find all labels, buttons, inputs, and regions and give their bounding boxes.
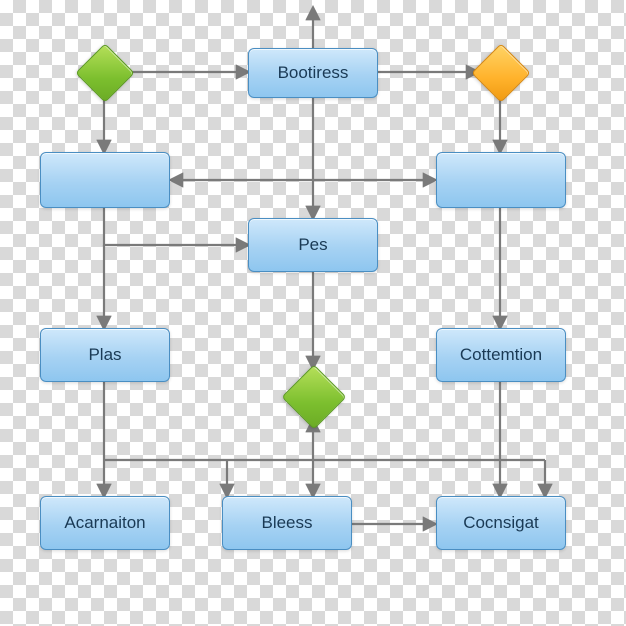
- label: Bootiress: [278, 63, 349, 83]
- label: Bleess: [261, 513, 312, 533]
- box-bleess: Bleess: [222, 496, 352, 550]
- box-plas: Plas: [40, 328, 170, 382]
- label: Pes: [298, 235, 327, 255]
- flowchart-canvas: Bootiress Pes Plas Cottemtion Acarnaiton…: [0, 0, 626, 626]
- label: Cocnsigat: [463, 513, 539, 533]
- box-cottemtion: Cottemtion: [436, 328, 566, 382]
- box-cocnsigat: Cocnsigat: [436, 496, 566, 550]
- box-row2-right: [436, 152, 566, 208]
- box-pes: Pes: [248, 218, 378, 272]
- label: Cottemtion: [460, 345, 542, 365]
- label: Acarnaiton: [64, 513, 145, 533]
- box-bootiress: Bootiress: [248, 48, 378, 98]
- box-acarnaiton: Acarnaiton: [40, 496, 170, 550]
- label: Plas: [88, 345, 121, 365]
- box-row2-left: [40, 152, 170, 208]
